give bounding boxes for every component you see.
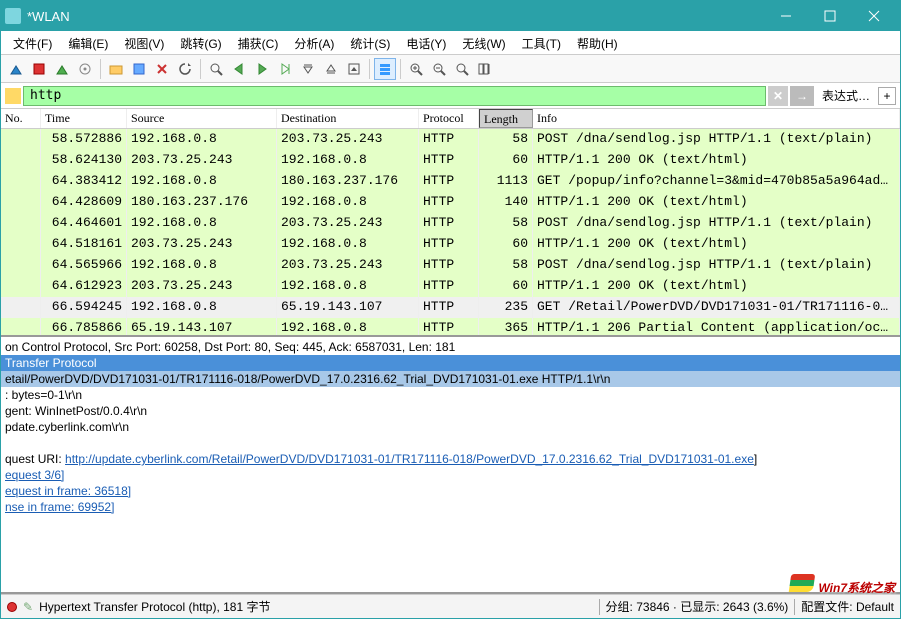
clear-filter-button[interactable]: ✕: [768, 86, 788, 106]
apply-filter-button[interactable]: →: [790, 86, 814, 106]
maximize-button[interactable]: [808, 1, 852, 31]
detail-host[interactable]: pdate.cyberlink.com\r\n: [1, 419, 900, 435]
reload-button[interactable]: [174, 58, 196, 80]
menu-capture[interactable]: 捕获(C): [230, 31, 287, 54]
col-length[interactable]: Length: [479, 109, 533, 128]
toolbar: [1, 55, 900, 83]
packet-row[interactable]: 66.78586665.19.143.107192.168.0.8HTTP365…: [1, 318, 900, 337]
detail-http-header[interactable]: Transfer Protocol: [1, 355, 900, 371]
expression-button[interactable]: 表达式…: [816, 85, 876, 106]
colorize-button[interactable]: [374, 58, 396, 80]
close-button[interactable]: [852, 1, 896, 31]
detail-request-uri[interactable]: quest URI: http://update.cyberlink.com/R…: [1, 451, 900, 467]
status-proto: Hypertext Transfer Protocol (http), 181 …: [39, 598, 270, 615]
request-uri-link[interactable]: http://update.cyberlink.com/Retail/Power…: [65, 452, 754, 466]
zoom-out-button[interactable]: [428, 58, 450, 80]
edit-icon[interactable]: ✎: [23, 600, 33, 614]
zoom-in-button[interactable]: [405, 58, 427, 80]
menu-go[interactable]: 跳转(G): [172, 31, 229, 54]
find-button[interactable]: [205, 58, 227, 80]
detail-request-frame[interactable]: equest in frame: 36518]: [1, 483, 900, 499]
menu-tools[interactable]: 工具(T): [514, 31, 569, 54]
menu-view[interactable]: 视图(V): [116, 31, 172, 54]
packet-row[interactable]: 64.428609180.163.237.176192.168.0.8HTTP1…: [1, 192, 900, 213]
packet-row[interactable]: 64.383412192.168.0.8180.163.237.176HTTP1…: [1, 171, 900, 192]
auto-scroll-button[interactable]: [343, 58, 365, 80]
titlebar: *WLAN: [1, 1, 900, 31]
go-forward-button[interactable]: [251, 58, 273, 80]
detail-response-frame[interactable]: nse in frame: 69952]: [1, 499, 900, 515]
menu-stats[interactable]: 统计(S): [342, 31, 398, 54]
go-first-button[interactable]: [297, 58, 319, 80]
detail-range[interactable]: : bytes=0-1\r\n: [1, 387, 900, 403]
window-title: *WLAN: [27, 9, 764, 24]
col-no[interactable]: No.: [1, 109, 41, 128]
menu-help[interactable]: 帮助(H): [569, 31, 626, 54]
bookmark-icon[interactable]: [5, 88, 21, 104]
resize-columns-button[interactable]: [474, 58, 496, 80]
packet-row[interactable]: 64.565966192.168.0.8203.73.25.243HTTP58P…: [1, 255, 900, 276]
close-file-button[interactable]: [151, 58, 173, 80]
save-file-button[interactable]: [128, 58, 150, 80]
app-icon: [5, 8, 21, 24]
menubar: 文件(F) 编辑(E) 视图(V) 跳转(G) 捕获(C) 分析(A) 统计(S…: [1, 31, 900, 55]
col-time[interactable]: Time: [41, 109, 127, 128]
restart-capture-button[interactable]: [51, 58, 73, 80]
packet-row[interactable]: 64.464601192.168.0.8203.73.25.243HTTP58P…: [1, 213, 900, 234]
minimize-button[interactable]: [764, 1, 808, 31]
packet-list-header: No. Time Source Destination Protocol Len…: [1, 109, 900, 129]
packet-details[interactable]: on Control Protocol, Src Port: 60258, Ds…: [1, 337, 900, 594]
statusbar: ✎ Hypertext Transfer Protocol (http), 18…: [1, 594, 900, 618]
expert-info-icon[interactable]: [7, 602, 17, 612]
detail-tcp[interactable]: on Control Protocol, Src Port: 60258, Ds…: [1, 339, 900, 355]
open-file-button[interactable]: [105, 58, 127, 80]
packet-row[interactable]: 58.624130203.73.25.243192.168.0.8HTTP60H…: [1, 150, 900, 171]
stop-capture-button[interactable]: [28, 58, 50, 80]
capture-options-button[interactable]: [74, 58, 96, 80]
col-proto[interactable]: Protocol: [419, 109, 479, 128]
menu-analyze[interactable]: 分析(A): [286, 31, 342, 54]
menu-edit[interactable]: 编辑(E): [60, 31, 116, 54]
col-dest[interactable]: Destination: [277, 109, 419, 128]
zoom-reset-button[interactable]: [451, 58, 473, 80]
start-capture-button[interactable]: [5, 58, 27, 80]
detail-user-agent[interactable]: gent: WinInetPost/0.0.4\r\n: [1, 403, 900, 419]
packet-row[interactable]: 58.572886192.168.0.8203.73.25.243HTTP58P…: [1, 129, 900, 150]
menu-wireless[interactable]: 无线(W): [454, 31, 513, 54]
col-source[interactable]: Source: [127, 109, 277, 128]
packet-row[interactable]: 64.518161203.73.25.243192.168.0.8HTTP60H…: [1, 234, 900, 255]
go-back-button[interactable]: [228, 58, 250, 80]
add-filter-button[interactable]: +: [878, 87, 896, 105]
detail-http-request-line[interactable]: etail/PowerDVD/DVD171031-01/TR171116-018…: [1, 371, 900, 387]
display-filter-input[interactable]: [23, 86, 766, 106]
status-profile[interactable]: 配置文件: Default: [801, 598, 894, 615]
goto-packet-button[interactable]: [274, 58, 296, 80]
detail-request-3-of-6[interactable]: equest 3/6]: [1, 467, 900, 483]
packet-list[interactable]: No. Time Source Destination Protocol Len…: [1, 109, 900, 337]
detail-blank: [1, 435, 900, 451]
go-last-button[interactable]: [320, 58, 342, 80]
packet-row[interactable]: 66.594245192.168.0.865.19.143.107HTTP235…: [1, 297, 900, 318]
status-packets: 分组: 73846 · 已显示: 2643 (3.6%): [606, 598, 789, 615]
packet-row[interactable]: 64.612923203.73.25.243192.168.0.8HTTP60H…: [1, 276, 900, 297]
menu-file[interactable]: 文件(F): [5, 31, 60, 54]
filter-bar: ✕ → 表达式… +: [1, 83, 900, 109]
col-info[interactable]: Info: [533, 109, 900, 128]
menu-telephony[interactable]: 电话(Y): [398, 31, 454, 54]
